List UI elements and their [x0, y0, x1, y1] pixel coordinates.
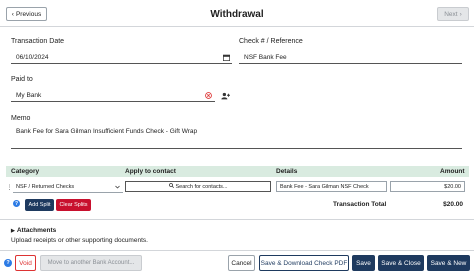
- transaction-date-field[interactable]: 06/10/2024: [11, 51, 232, 64]
- save-close-label: Save & Close: [381, 259, 421, 267]
- paid-to-field[interactable]: My Bank: [11, 89, 215, 102]
- details-value: Bank Fee - Sara Gilman NSF Check: [280, 183, 369, 190]
- check-reference-field[interactable]: NSF Bank Fee: [239, 51, 462, 64]
- save-label: Save: [356, 259, 371, 267]
- help-icon[interactable]: ?: [13, 200, 20, 207]
- page-title: Withdrawal: [210, 9, 264, 20]
- chevron-down-icon[interactable]: [114, 184, 120, 190]
- check-reference-label: Check # / Reference: [239, 38, 303, 45]
- move-bank-account-label: Move to another Bank Account...: [47, 260, 135, 266]
- memo-value: Bank Fee for Sara Gilman Insufficient Fu…: [16, 128, 198, 135]
- save-button[interactable]: Save: [352, 255, 375, 271]
- next-button[interactable]: Next ›: [437, 7, 469, 21]
- search-icon: [168, 183, 174, 190]
- attachments-toggle[interactable]: ▶ Attachments: [11, 227, 56, 234]
- transaction-total-value: $20.00: [443, 201, 463, 208]
- amount-input[interactable]: $20.00: [390, 181, 465, 192]
- attachments-hint: Upload receipts or other supporting docu…: [11, 237, 148, 244]
- contact-search-placeholder: Search for contacts...: [175, 183, 228, 190]
- amount-value: $20.00: [444, 183, 461, 190]
- paid-to-label: Paid to: [11, 76, 33, 83]
- add-contact-icon[interactable]: [220, 91, 230, 100]
- details-column-header: Details: [276, 168, 298, 175]
- save-new-button[interactable]: Save & New: [427, 255, 470, 271]
- caret-right-icon: ▶: [11, 227, 15, 234]
- transaction-date-label: Transaction Date: [11, 38, 65, 45]
- check-reference-value: NSF Bank Fee: [244, 53, 287, 61]
- clear-splits-button[interactable]: Clear Splits: [56, 199, 91, 211]
- amount-column-header: Amount: [440, 168, 465, 175]
- chevron-right-icon: ›: [459, 10, 462, 18]
- next-label: Next: [444, 10, 458, 18]
- drag-handle-icon[interactable]: ⋮: [7, 183, 13, 192]
- memo-label: Memo: [11, 115, 31, 122]
- cancel-label: Cancel: [231, 259, 252, 267]
- void-label: Void: [19, 259, 32, 267]
- add-split-label: Add Split: [28, 202, 51, 208]
- cancel-button[interactable]: Cancel: [228, 255, 255, 271]
- void-button[interactable]: Void: [15, 255, 36, 271]
- memo-textarea[interactable]: Bank Fee for Sara Gilman Insufficient Fu…: [11, 126, 462, 149]
- attachments-title: Attachments: [16, 227, 57, 234]
- transaction-total-label: Transaction Total: [333, 201, 387, 208]
- category-column-header: Category: [11, 168, 40, 175]
- clear-payee-icon[interactable]: [205, 92, 212, 99]
- save-new-label: Save & New: [430, 259, 467, 267]
- help-icon[interactable]: ?: [4, 259, 12, 267]
- footer-divider: [0, 250, 474, 251]
- calendar-icon[interactable]: [222, 53, 230, 61]
- clear-splits-label: Clear Splits: [59, 202, 88, 208]
- add-split-button[interactable]: Add Split: [25, 199, 54, 211]
- details-input[interactable]: Bank Fee - Sara Gilman NSF Check: [276, 181, 387, 192]
- splits-divider: [0, 219, 474, 220]
- save-download-check-pdf-button[interactable]: Save & Download Check PDF: [259, 255, 349, 271]
- save-download-label: Save & Download Check PDF: [260, 259, 348, 267]
- contact-search-input[interactable]: Search for contacts...: [125, 181, 271, 192]
- contact-column-header: Apply to contact: [125, 168, 176, 175]
- paid-to-value: My Bank: [16, 91, 42, 99]
- category-value: NSF / Returned Checks: [16, 184, 75, 190]
- transaction-date-value: 06/10/2024: [16, 53, 49, 61]
- save-close-button[interactable]: Save & Close: [378, 255, 424, 271]
- header-divider: [0, 26, 474, 27]
- splits-header: [6, 166, 469, 177]
- move-bank-account-button[interactable]: Move to another Bank Account...: [40, 255, 142, 271]
- category-select[interactable]: NSF / Returned Checks: [13, 182, 123, 193]
